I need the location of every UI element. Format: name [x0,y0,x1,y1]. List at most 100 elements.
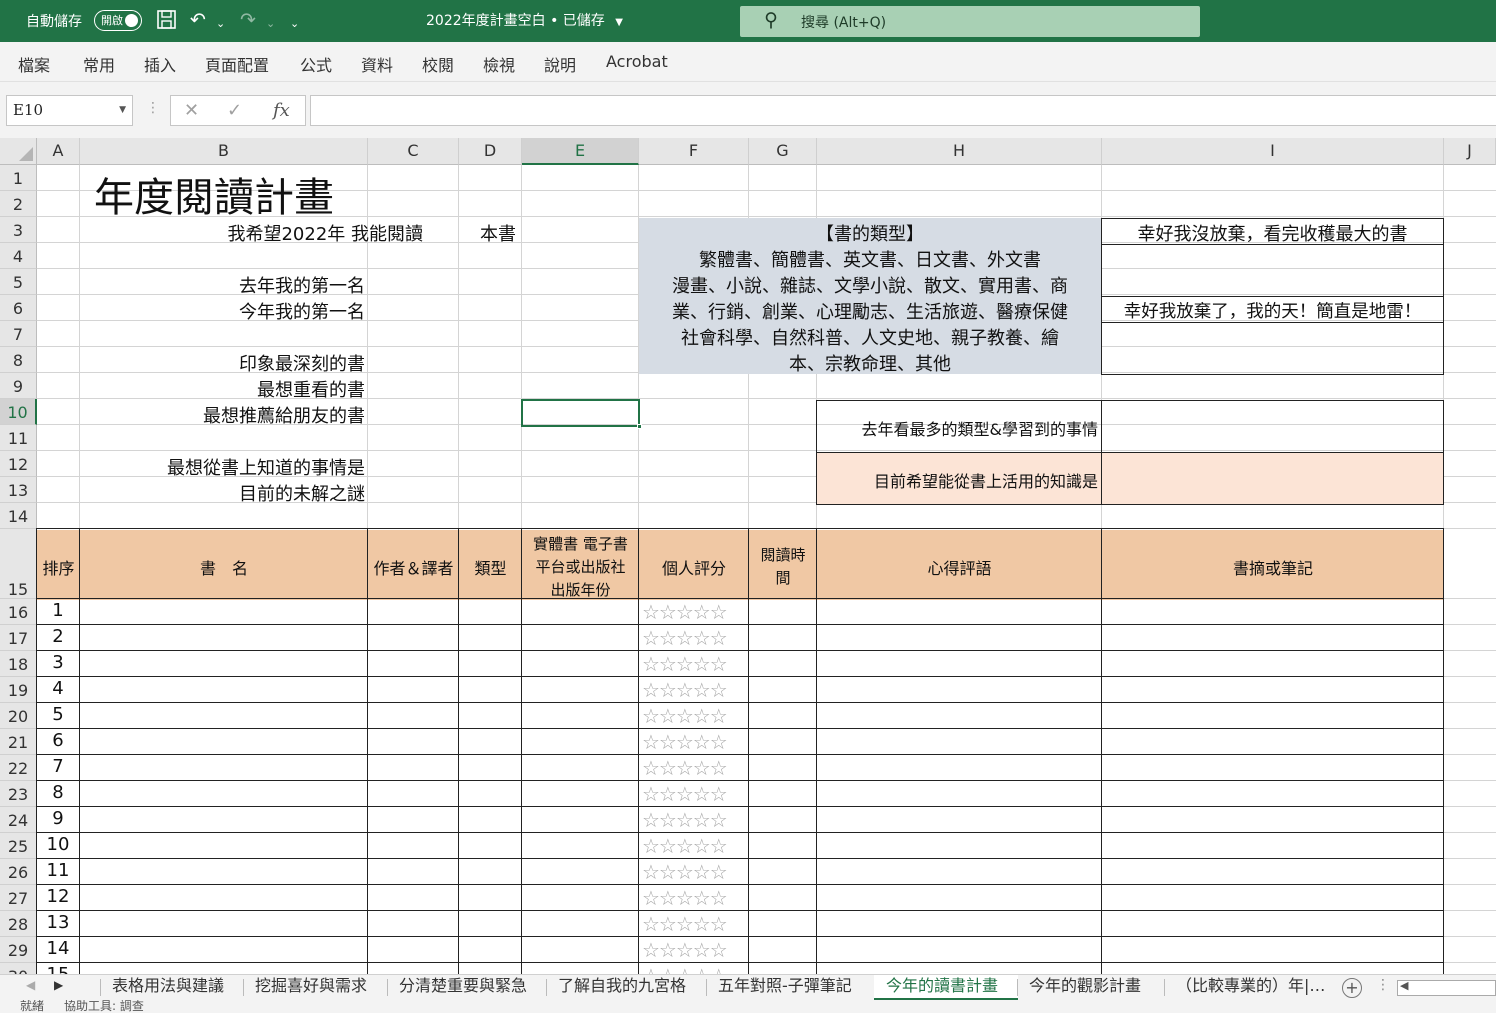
next-sheet-icon[interactable]: ▶ [54,978,63,992]
row-header[interactable]: 27 [0,885,37,911]
rating-stars[interactable]: ☆☆☆☆☆ [642,782,728,806]
sheet-tab[interactable]: 今年的觀影計畫 [1029,975,1159,1000]
sheet-tab[interactable]: 五年對照-子彈筆記 [718,975,863,1000]
cancel-icon[interactable]: ✕ [184,100,199,121]
rating-stars[interactable]: ☆☆☆☆☆ [642,730,728,754]
row-header[interactable]: 2 [0,191,37,217]
column-header[interactable]: D [459,138,522,165]
rating-stars[interactable]: ☆☆☆☆☆ [642,938,728,962]
tab-formulas[interactable]: 公式 [300,52,332,76]
rating-stars[interactable]: ☆☆☆☆☆ [642,886,728,910]
column-header[interactable]: B [80,138,368,165]
tab-data[interactable]: 資料 [361,52,393,76]
row-header[interactable]: 30 [0,963,37,974]
column-header[interactable]: C [368,138,459,165]
sheet-tab[interactable]: 今年的讀書計畫 [874,975,1018,1000]
sheet-tab[interactable]: （比較專業的）年|… [1176,975,1332,1000]
rating-stars[interactable]: ☆☆☆☆☆ [642,626,728,650]
row-header[interactable]: 28 [0,911,37,937]
select-all-corner[interactable] [0,138,37,165]
tab-help[interactable]: 說明 [544,52,576,76]
tabs-menu-icon[interactable]: ⋮ [1376,977,1390,993]
sheet-tab[interactable]: 分清楚重要與緊急 [399,975,539,1000]
customize-toolbar-icon[interactable]: ⌄ [290,13,299,35]
row-header[interactable]: 9 [0,373,37,399]
row-header[interactable]: 13 [0,477,37,503]
column-header[interactable]: I [1102,138,1444,165]
save-icon[interactable] [156,9,178,36]
column-header[interactable]: F [639,138,749,165]
tab-acrobat[interactable]: Acrobat [606,52,668,71]
name-box[interactable]: E10 ▼ [6,95,133,126]
autosave-toggle[interactable]: 開啟 [94,10,142,31]
tab-file[interactable]: 檔案 [18,52,50,76]
row-header[interactable]: 11 [0,425,37,451]
tab-insert[interactable]: 插入 [144,52,176,76]
row-header[interactable]: 19 [0,677,37,703]
add-sheet-button[interactable]: + [1342,978,1362,998]
rating-stars[interactable]: ☆☆☆☆☆ [642,860,728,884]
sheet-tab[interactable]: 了解自我的九宮格 [558,975,695,1000]
glad-quit-entry[interactable] [1101,322,1444,375]
tab-home[interactable]: 常用 [83,52,115,76]
row-header[interactable]: 17 [0,625,37,651]
redo-dropdown-icon[interactable]: ⌄ [266,13,275,35]
row-header[interactable]: 7 [0,321,37,347]
row-header[interactable]: 21 [0,729,37,755]
row-header[interactable]: 12 [0,451,37,477]
undo-icon[interactable]: ↶ [190,9,206,31]
row-header[interactable]: 16 [0,599,37,625]
tab-page-layout[interactable]: 頁面配置 [205,52,269,76]
row-header[interactable]: 15 [0,529,37,599]
row-header[interactable]: 6 [0,295,37,321]
prev-sheet-icon[interactable]: ◀ [26,978,35,992]
column-header[interactable]: J [1444,138,1496,165]
fill-handle[interactable] [637,424,642,429]
row-header[interactable]: 29 [0,937,37,963]
rating-stars[interactable]: ☆☆☆☆☆ [642,678,728,702]
document-title[interactable]: 2022年度計畫空白 • 已儲存 ▼ [426,10,623,30]
column-header[interactable]: A [37,138,80,165]
row-header[interactable]: 8 [0,347,37,373]
row-header[interactable]: 4 [0,243,37,269]
sheet-tab[interactable]: 表格用法與建議 [112,975,243,1000]
rating-stars[interactable]: ☆☆☆☆☆ [642,652,728,676]
column-header[interactable]: G [749,138,817,165]
status-accessibility[interactable]: 協助工具: 調查 [64,1000,144,1013]
scroll-left-icon[interactable]: ◀ [1400,979,1408,992]
glad-not-quit-entry[interactable] [1101,244,1444,297]
enter-icon[interactable]: ✓ [227,100,242,121]
row-header[interactable]: 23 [0,781,37,807]
selected-cell[interactable] [521,399,642,429]
row-header[interactable]: 10 [0,399,37,425]
formula-bar-resize-handle[interactable]: ⋮ [146,100,160,116]
insert-function-icon[interactable]: fx [273,100,290,121]
row-header[interactable]: 22 [0,755,37,781]
rating-stars[interactable]: ☆☆☆☆☆ [642,912,728,936]
search-box[interactable]: ⚲ 搜尋 (Alt+Q) [740,6,1200,37]
row-header[interactable]: 20 [0,703,37,729]
row-header[interactable]: 3 [0,217,37,243]
horizontal-scrollbar[interactable]: ◀ [1397,979,1496,996]
tab-review[interactable]: 校閱 [422,52,454,76]
rating-stars[interactable]: ☆☆☆☆☆ [642,704,728,728]
name-box-dropdown-icon[interactable]: ▼ [119,96,126,125]
redo-icon[interactable]: ↷ [240,9,256,31]
column-header[interactable]: H [817,138,1102,165]
sheet-tab[interactable]: 挖掘喜好與需求 [255,975,375,1000]
column-header[interactable]: E [522,138,639,165]
row-header[interactable]: 26 [0,859,37,885]
rating-stars[interactable]: ☆☆☆☆☆ [642,600,728,624]
rating-stars[interactable]: ☆☆☆☆☆ [642,834,728,858]
undo-dropdown-icon[interactable]: ⌄ [216,13,225,35]
rating-stars[interactable]: ☆☆☆☆☆ [642,808,728,832]
tab-view[interactable]: 檢視 [483,52,515,76]
row-header[interactable]: 5 [0,269,37,295]
row-header[interactable]: 18 [0,651,37,677]
rating-stars[interactable]: ☆☆☆☆☆ [642,964,728,974]
row-header[interactable]: 14 [0,503,37,529]
formula-input[interactable] [310,95,1496,126]
row-header[interactable]: 1 [0,165,37,191]
row-header[interactable]: 25 [0,833,37,859]
worksheet-grid[interactable]: ABCDEFGHIJ 1 2 3 4 5 6 7 8 9 10 11 12 13 14 15 16 17 18 19… [0,138,1496,974]
